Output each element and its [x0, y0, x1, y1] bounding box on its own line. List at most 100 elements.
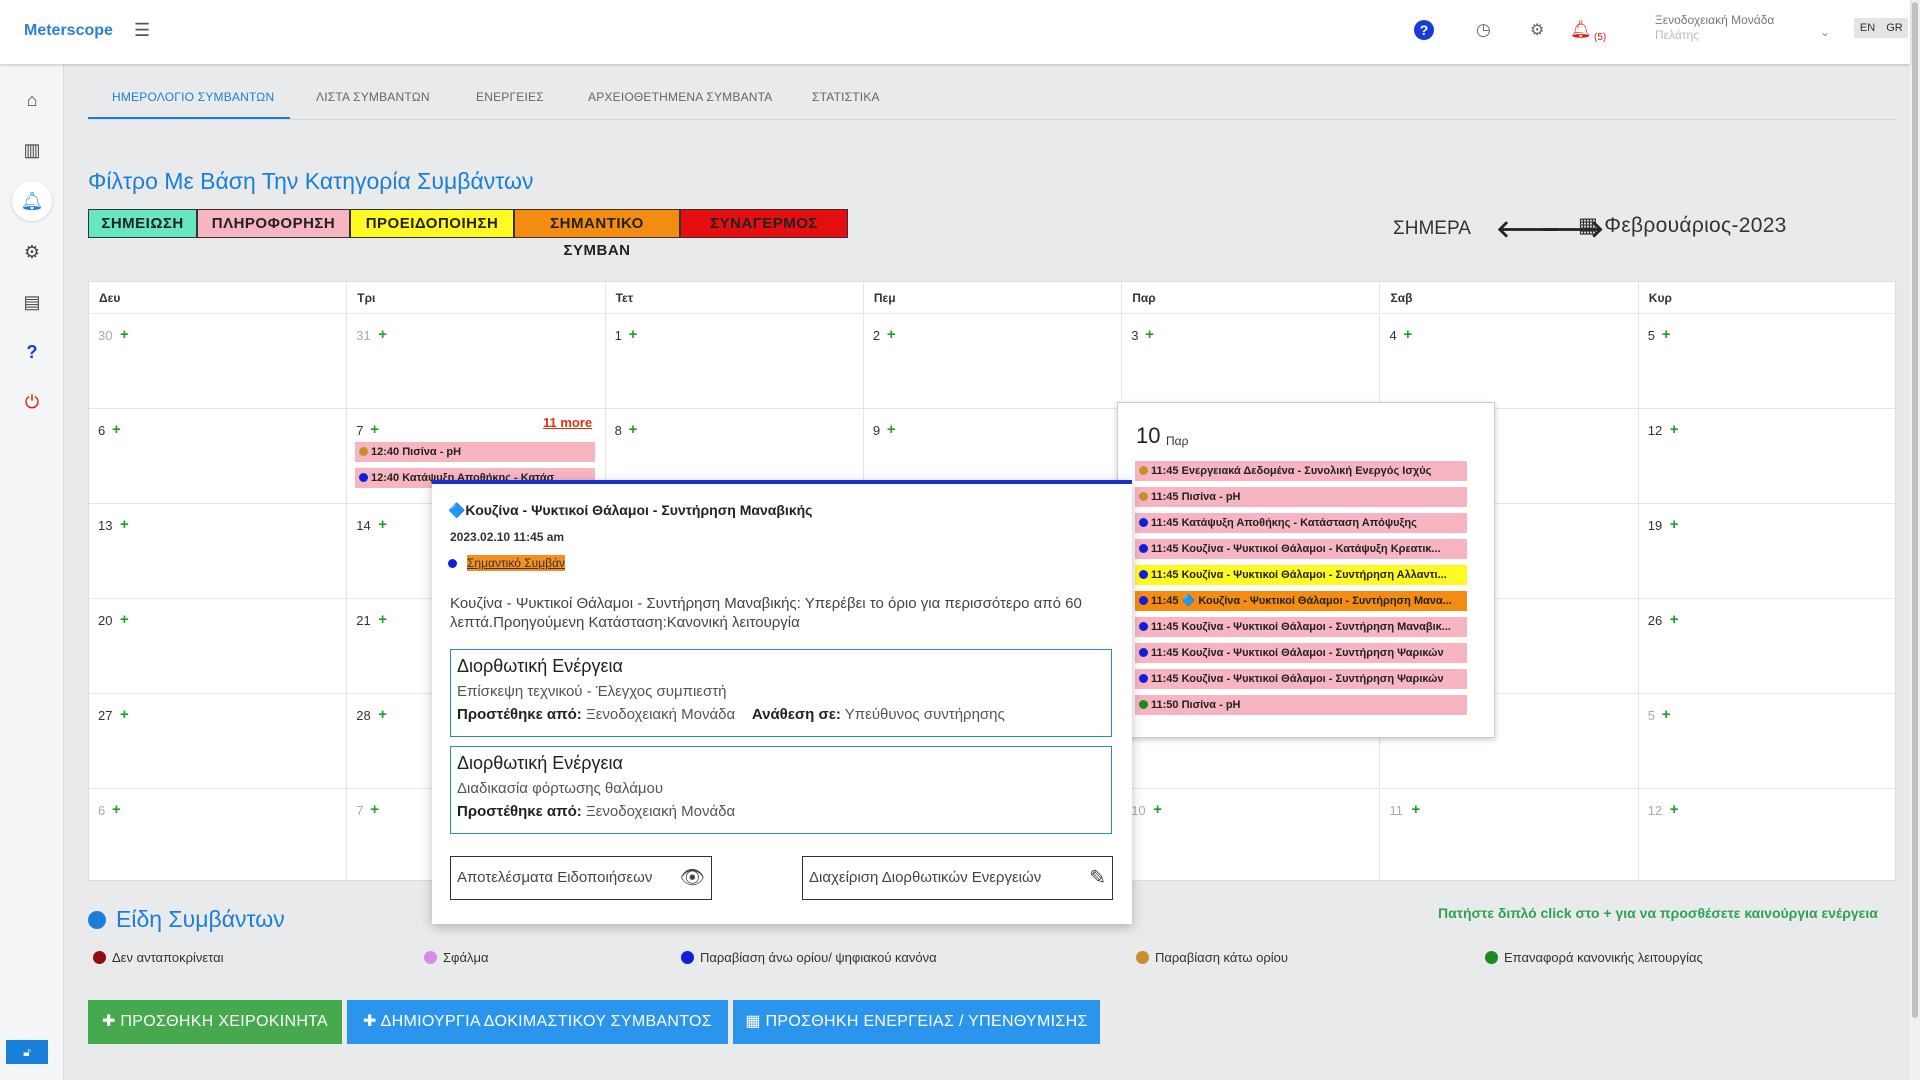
add-event-plus-icon[interactable]: +: [1662, 326, 1671, 343]
add-event-plus-icon[interactable]: +: [120, 706, 129, 723]
calendar-event[interactable]: 11:45 Ενεργειακά Δεδομένα - Συνολική Ενε…: [1135, 461, 1467, 481]
corrective-action-card[interactable]: Διορθωτική Ενέργεια Διαδικασία φόρτωσης …: [450, 746, 1112, 834]
help-icon[interactable]: ?: [1414, 20, 1434, 40]
calendar-event[interactable]: 11:45 Κουζίνα - Ψυκτικοί Θάλαμοι - Κατάψ…: [1135, 539, 1467, 559]
calendar-event[interactable]: 11:45 🔷 Κουζίνα - Ψυκτικοί Θάλαμοι - Συν…: [1135, 591, 1467, 611]
menu-icon[interactable]: ☰: [134, 20, 150, 41]
day-cell[interactable]: 26 +: [1638, 599, 1898, 694]
add-event-plus-icon[interactable]: +: [112, 801, 121, 818]
add-event-plus-icon[interactable]: +: [629, 326, 638, 343]
month-label[interactable]: ▦ Φεβρουάριος-2023: [1578, 213, 1787, 238]
calendar-event[interactable]: 11:45 Κουζίνα - Ψυκτικοί Θάλαμοι - Συντή…: [1135, 565, 1467, 585]
day-cell[interactable]: 5 +: [1638, 694, 1898, 789]
tab-statistics[interactable]: ΣΤΑΤΙΣΤΙΚΑ: [812, 90, 880, 104]
bell-icon[interactable]: 🔔︎: [12, 181, 52, 221]
day-cell[interactable]: 13 +: [89, 504, 348, 599]
add-event-plus-icon[interactable]: +: [120, 516, 129, 533]
day-cell[interactable]: 4+: [1380, 314, 1639, 409]
day-cell[interactable]: 12 +: [1638, 789, 1898, 884]
lang-en-button[interactable]: EN: [1854, 18, 1881, 38]
day-cell[interactable]: 6 +: [89, 409, 348, 504]
brand-logo[interactable]: Meterscope: [24, 22, 113, 40]
notification-results-button[interactable]: Αποτελέσματα Ειδοποιήσεων 👁︎: [450, 856, 712, 900]
event-type-dot: [1139, 648, 1148, 657]
add-event-plus-icon[interactable]: +: [887, 421, 896, 438]
pdf-icon[interactable]: ▤: [12, 282, 52, 322]
chevron-down-icon[interactable]: ⌄: [1820, 25, 1830, 39]
add-event-plus-icon[interactable]: +: [112, 421, 121, 438]
add-event-plus-icon[interactable]: +: [378, 706, 387, 723]
category-filter-2[interactable]: ΠΡΟΕΙΔΟΠΟΙΗΣΗ: [350, 209, 514, 238]
day-cell[interactable]: 6 +: [89, 789, 348, 884]
gears-icon[interactable]: ⚙: [12, 232, 52, 272]
day-cell[interactable]: 19 +: [1638, 504, 1898, 599]
gear-icon[interactable]: ⚙: [1530, 20, 1544, 40]
add-event-plus-icon[interactable]: +: [887, 326, 896, 343]
add-event-plus-icon[interactable]: +: [378, 516, 387, 533]
category-filter-3[interactable]: ΣΗΜΑΝΤΙΚΟ ΣΥΜΒΑΝ: [514, 209, 680, 259]
calendar-event[interactable]: 11:45 Πισίνα - pH: [1135, 487, 1467, 507]
calendar-event[interactable]: 12:40 Πισίνα - pH: [355, 442, 595, 462]
clock-icon[interactable]: ◷: [1476, 20, 1491, 40]
tab-event-list[interactable]: ΛΙΣΤΑ ΣΥΜΒΑΝΤΩΝ: [316, 90, 430, 104]
calendar-event[interactable]: 11:50 Πισίνα - pH: [1135, 695, 1467, 715]
chart-icon[interactable]: ▥: [12, 130, 52, 170]
add-event-plus-icon[interactable]: +: [370, 801, 379, 818]
legend-dot: [681, 951, 694, 964]
unlock-icon[interactable]: 🔓︎: [6, 1040, 48, 1064]
create-test-event-button[interactable]: ✚ ΔΗΜΙΟΥΡΓΙΑ ΔΟΚΙΜΑΣΤΙΚΟΥ ΣΥΜΒΑΝΤΟΣ: [347, 1000, 728, 1044]
tab-actions[interactable]: ΕΝΕΡΓΕΙΕΣ: [476, 90, 544, 104]
add-event-plus-icon[interactable]: +: [1670, 801, 1679, 818]
add-event-plus-icon[interactable]: +: [378, 611, 387, 628]
category-filter-0[interactable]: ΣΗΜΕΙΩΣΗ: [88, 209, 197, 238]
add-event-plus-icon[interactable]: +: [1412, 801, 1421, 818]
day-cell[interactable]: 2+: [863, 314, 1123, 409]
calendar-event[interactable]: 11:45 Κατάψυξη Αποθήκης - Κατάσταση Απόψ…: [1135, 513, 1467, 533]
power-icon[interactable]: ⏻: [12, 382, 52, 422]
add-action-reminder-button[interactable]: ▦ ΠΡΟΣΘΗΚΗ ΕΝΕΡΓΕΙΑΣ / ΥΠΕΝΘΥΜΙΣΗΣ: [733, 1000, 1100, 1044]
add-event-plus-icon[interactable]: +: [1662, 706, 1671, 723]
day-cell[interactable]: 30 +: [89, 314, 348, 409]
add-event-plus-icon[interactable]: +: [1145, 326, 1154, 343]
tab-calendar[interactable]: ΗΜΕΡΟΛΟΓΙΟ ΣΥΜΒΑΝΤΩΝ: [112, 90, 274, 104]
bell-icon[interactable]: 🔔︎: [1570, 20, 1592, 40]
add-manual-button[interactable]: ✚ ΠΡΟΣΘΗΚΗ ΧΕΙΡΟΚΙΝΗΤΑ: [88, 1000, 342, 1044]
day-cell[interactable]: 20 +: [89, 599, 348, 694]
more-events-link[interactable]: 11 more: [543, 415, 592, 430]
legend-label: Δεν ανταποκρίνεται: [112, 950, 224, 965]
today-button[interactable]: ΣΗΜΕΡΑ: [1393, 218, 1471, 240]
weekday-header: Σαβ: [1380, 282, 1639, 314]
category-filter-1[interactable]: ΠΛΗΡΟΦΟΡΗΣΗ: [197, 209, 350, 238]
category-label[interactable]: Σημαντικό Συμβάν: [467, 555, 565, 571]
day-cell[interactable]: 11 +: [1380, 789, 1639, 884]
add-event-plus-icon[interactable]: +: [1670, 516, 1679, 533]
corrective-action-card[interactable]: Διορθωτική Ενέργεια Επίσκεψη τεχνικού - …: [450, 649, 1112, 737]
category-filter-4[interactable]: ΣΥΝΑΓΕΡΜΟΣ: [680, 209, 848, 238]
day-cell[interactable]: 10 +: [1122, 789, 1381, 884]
day-cell[interactable]: 12 +: [1638, 409, 1898, 504]
day-cell[interactable]: 27 +: [89, 694, 348, 789]
add-event-plus-icon[interactable]: +: [120, 611, 129, 628]
calendar-event[interactable]: 11:45 Κουζίνα - Ψυκτικοί Θάλαμοι - Συντή…: [1135, 643, 1467, 663]
add-event-plus-icon[interactable]: +: [378, 326, 387, 343]
calendar-event[interactable]: 11:45 Κουζίνα - Ψυκτικοί Θάλαμοι - Συντή…: [1135, 617, 1467, 637]
add-event-plus-icon[interactable]: +: [1153, 801, 1162, 818]
day-cell[interactable]: 31 +: [347, 314, 606, 409]
help-icon[interactable]: ?: [12, 332, 52, 372]
add-event-plus-icon[interactable]: +: [370, 421, 379, 438]
lang-gr-button[interactable]: GR: [1881, 18, 1908, 38]
day-cell[interactable]: 1+: [605, 314, 864, 409]
day-cell[interactable]: 3+: [1122, 314, 1381, 409]
add-event-plus-icon[interactable]: +: [1670, 611, 1679, 628]
manage-actions-button[interactable]: Διαχείριση Διορθωτικών Ενεργειών ✎: [802, 856, 1113, 900]
add-event-plus-icon[interactable]: +: [120, 326, 129, 343]
home-icon[interactable]: ⌂: [12, 80, 52, 120]
add-event-plus-icon[interactable]: +: [629, 421, 638, 438]
calendar-event[interactable]: 11:45 Κουζίνα - Ψυκτικοί Θάλαμοι - Συντή…: [1135, 669, 1467, 689]
tab-archived[interactable]: ΑΡΧΕΙΟΘΕΤΗΜΕΝΑ ΣΥΜΒΑΝΤΑ: [588, 90, 773, 104]
scrollbar-thumb[interactable]: [1912, 2, 1918, 1018]
add-event-plus-icon[interactable]: +: [1670, 421, 1679, 438]
user-name[interactable]: Ξενοδοχειακή Μονάδα: [1655, 13, 1774, 27]
day-cell[interactable]: 5 +: [1638, 314, 1898, 409]
add-event-plus-icon[interactable]: +: [1404, 326, 1413, 343]
